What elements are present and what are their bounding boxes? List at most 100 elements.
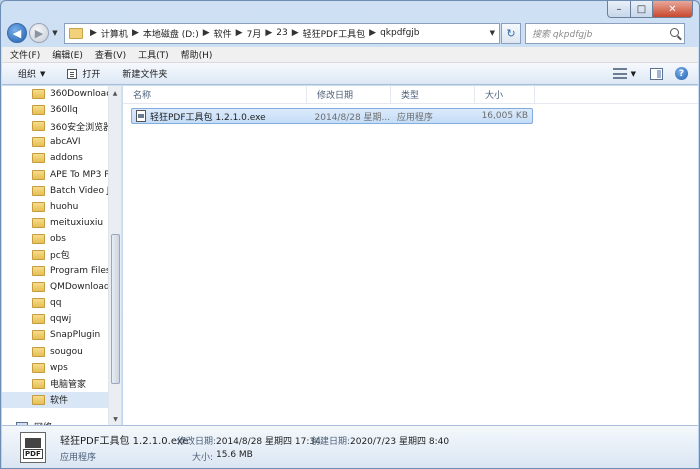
details-created-value: 2020/7/23 星期四 8:40	[350, 437, 450, 447]
details-size-value: 15.6 MB	[216, 450, 253, 460]
preview-pane-icon[interactable]	[650, 67, 663, 80]
tree-item-label: pc包	[50, 251, 70, 262]
details-pane: PDF 轻狂PDF工具包 1.2.1.0.exe 应用程序 修改日期: 2014…	[2, 425, 698, 468]
folder-icon	[32, 314, 45, 325]
breadcrumb-23[interactable]: 23	[276, 28, 287, 38]
tree-item-folder[interactable]: qq	[2, 295, 108, 311]
tree-item-folder[interactable]: meituxiuxiu	[2, 215, 108, 231]
details-created-label: 创建日期:	[311, 437, 351, 447]
search-icon[interactable]	[670, 27, 679, 37]
column-header-date[interactable]: 修改日期	[307, 85, 391, 104]
tree-item-folder[interactable]: 360llq	[2, 102, 108, 118]
breadcrumb-pdf-toolkit[interactable]: 轻狂PDF工具包	[303, 27, 366, 40]
forward-button[interactable]: ▶	[29, 23, 49, 43]
details-modified-value: 2014/8/28 星期四 17:34	[216, 437, 321, 447]
tree-item-label: addons	[50, 153, 83, 164]
refresh-button[interactable]: ↻	[501, 22, 521, 44]
menu-view[interactable]: 查看(V)	[95, 48, 126, 61]
breadcrumb-drive-d[interactable]: 本地磁盘 (D:)	[143, 27, 199, 40]
address-dropdown-icon[interactable]: ▼	[490, 29, 495, 37]
open-icon	[67, 68, 78, 79]
tree-item-folder[interactable]: APE To MP3 Pl	[2, 166, 108, 182]
pdf-file-icon: PDF	[20, 432, 46, 463]
menu-edit[interactable]: 编辑(E)	[52, 48, 83, 61]
breadcrumb-separator[interactable]: ▶	[292, 28, 299, 38]
tree-item-folder[interactable]: wps	[2, 360, 108, 376]
new-folder-label: 新建文件夹	[122, 70, 168, 80]
tree-item-label: 电脑管家	[50, 380, 87, 391]
tree-item-folder[interactable]: abcAVI	[2, 134, 108, 150]
breadcrumb-separator[interactable]: ▶	[132, 28, 139, 38]
view-dropdown-icon[interactable]: ▼	[631, 70, 636, 78]
tree-item-folder[interactable]: obs	[2, 231, 108, 247]
tree-item-folder[interactable]: Program Files	[2, 263, 108, 279]
maximize-button[interactable]: □	[631, 1, 653, 18]
folder-icon	[32, 217, 45, 228]
menu-help[interactable]: 帮助(H)	[181, 48, 213, 61]
folder-icon	[69, 27, 83, 39]
tree-item-folder[interactable]: 360Downloads	[2, 86, 108, 102]
minimize-button[interactable]: –	[607, 1, 631, 18]
tree-item-label: Program Files	[50, 266, 108, 277]
folder-icon	[32, 330, 45, 341]
folder-icon	[32, 89, 45, 100]
tree-item-folder[interactable]: 360安全浏览器	[2, 118, 108, 134]
tree-item-folder[interactable]: QMDownload	[2, 279, 108, 295]
folder-icon	[32, 201, 45, 212]
tree-item-label: SnapPlugin	[50, 330, 101, 341]
scroll-down-icon[interactable]: ▼	[109, 412, 121, 426]
breadcrumb-software[interactable]: 软件	[214, 27, 232, 40]
tree-item-folder[interactable]: Batch Video Jo	[2, 183, 108, 199]
folder-icon	[32, 298, 45, 309]
close-button[interactable]: ✕	[653, 1, 693, 18]
tree-item-folder[interactable]: sougou	[2, 344, 108, 360]
scrollbar-thumb[interactable]	[111, 234, 120, 384]
breadcrumb-computer[interactable]: 计算机	[101, 27, 128, 40]
breadcrumb-separator[interactable]: ▶	[265, 28, 272, 38]
new-folder-button[interactable]: 新建文件夹	[122, 67, 167, 80]
folder-icon	[32, 266, 45, 277]
tree-item-folder[interactable]: qqwj	[2, 311, 108, 327]
breadcrumb-separator[interactable]: ▶	[90, 28, 97, 38]
folder-icon	[32, 153, 45, 164]
details-file-name: 轻狂PDF工具包 1.2.1.0.exe	[60, 436, 189, 447]
column-header-name[interactable]: 名称	[123, 85, 307, 104]
folder-icon	[32, 185, 45, 196]
tree-item-folder[interactable]: 电脑管家	[2, 376, 108, 392]
tree-item-folder[interactable]: 软件	[2, 391, 108, 408]
column-header-type[interactable]: 类型	[391, 85, 475, 104]
back-button[interactable]: ◀	[7, 23, 27, 43]
view-options-icon[interactable]	[612, 68, 627, 79]
breadcrumb-separator[interactable]: ▶	[369, 28, 376, 38]
menu-tools[interactable]: 工具(T)	[138, 48, 169, 61]
navigation-pane: 360Downloads 360llq 360安全浏览器 abcAVI addons AP…	[2, 86, 122, 426]
help-icon[interactable]: ?	[675, 67, 688, 80]
file-name: 轻狂PDF工具包 1.2.1.0.exe	[150, 112, 266, 123]
tree-item-label: qq	[50, 298, 62, 309]
organize-button[interactable]: 组织 ▼	[18, 67, 45, 81]
breadcrumb-qkpdfgjb[interactable]: qkpdfgjb	[380, 28, 419, 38]
breadcrumb-separator[interactable]: ▶	[203, 28, 210, 38]
folder-icon	[32, 105, 45, 116]
file-row-selected[interactable]: 轻狂PDF工具包 1.2.1.0.exe 2014/8/28 星期... 应用程…	[131, 108, 533, 124]
column-header-size[interactable]: 大小	[475, 85, 535, 104]
address-bar[interactable]: ▶ 计算机 ▶ 本地磁盘 (D:) ▶ 软件 ▶ 7月 ▶ 23 ▶ 轻狂PDF…	[64, 22, 500, 44]
tree-item-label: QMDownload	[50, 282, 108, 293]
search-input[interactable]: 搜索 qkpdfgjb	[525, 22, 685, 44]
tree-item-folder[interactable]: SnapPlugin	[2, 327, 108, 343]
open-button[interactable]: 打开	[67, 67, 100, 80]
folder-tree: 360Downloads 360llq 360安全浏览器 abcAVI addons AP…	[2, 86, 108, 408]
breadcrumb-separator[interactable]: ▶	[236, 28, 243, 38]
tree-item-folder[interactable]: addons	[2, 150, 108, 166]
tree-item-label: sougou	[50, 346, 83, 357]
scroll-up-icon[interactable]: ▲	[109, 86, 121, 100]
tree-item-folder[interactable]: huohu	[2, 199, 108, 215]
tree-item-label: 软件	[50, 396, 69, 407]
menu-file[interactable]: 文件(F)	[10, 48, 40, 61]
tree-item-label: qqwj	[50, 314, 72, 325]
recent-pages-dropdown[interactable]: ▼	[50, 29, 60, 37]
navigation-scrollbar[interactable]: ▲ ▼	[108, 86, 121, 426]
breadcrumb-july[interactable]: 7月	[247, 27, 262, 40]
folder-icon	[32, 249, 45, 260]
tree-item-folder[interactable]: pc包	[2, 247, 108, 263]
